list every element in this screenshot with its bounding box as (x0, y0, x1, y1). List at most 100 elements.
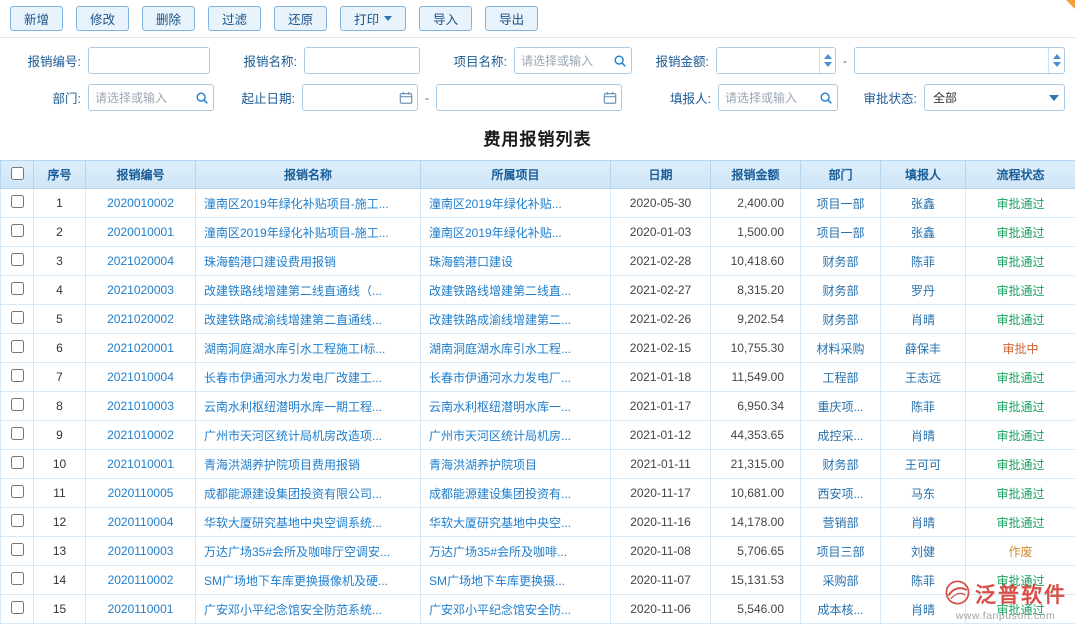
row-date-cell: 2021-01-12 (611, 421, 711, 450)
toolbar-button-restore[interactable]: 还原 (274, 6, 327, 31)
calendar-icon[interactable] (395, 85, 417, 110)
reimburse-code-link[interactable]: 2021010002 (107, 428, 174, 442)
row-name-cell: 华软大厦研究基地中央空调系统... (196, 508, 421, 537)
row-checkbox[interactable] (11, 427, 24, 440)
reimburse-code-link[interactable]: 2021020004 (107, 254, 174, 268)
toolbar-button-delete[interactable]: 删除 (142, 6, 195, 31)
search-icon[interactable] (191, 85, 213, 110)
row-checkbox[interactable] (11, 282, 24, 295)
reimburse-code-link[interactable]: 2021020001 (107, 341, 174, 355)
reimburse-name-link[interactable]: 广安邓小平纪念馆安全防范系统... (204, 603, 382, 617)
project-link[interactable]: SM广场地下车库更换摄... (429, 574, 565, 588)
project-link[interactable]: 改建铁路线增建第二线直... (429, 284, 571, 298)
reimburse-code-link[interactable]: 2020010002 (107, 196, 174, 210)
amount-min-spinner[interactable] (716, 47, 836, 74)
toolbar-button-import[interactable]: 导入 (419, 6, 472, 31)
project-link[interactable]: 长春市伊通河水力发电厂... (429, 371, 571, 385)
reimburse-code-link[interactable]: 2020110003 (108, 544, 174, 558)
approval-status-label: 审批状态: (838, 88, 924, 107)
spinner-arrows-icon[interactable] (819, 48, 835, 73)
date-end-picker[interactable] (436, 84, 622, 111)
row-reporter-cell: 王志远 (881, 363, 966, 392)
row-checkbox[interactable] (11, 572, 24, 585)
reimburse-name-link[interactable]: 广州市天河区统计局机房改造项... (204, 429, 382, 443)
reimburse-code-link[interactable]: 2020110005 (108, 486, 174, 500)
reimburse-name-link[interactable]: 改建铁路线增建第二线直通线（... (204, 284, 382, 298)
reimburse-code-link[interactable]: 2021010003 (107, 399, 174, 413)
project-link[interactable]: 成都能源建设集团投资有... (429, 487, 571, 501)
project-link[interactable]: 改建铁路成渝线增建第二... (429, 313, 571, 327)
toolbar-button-print[interactable]: 打印 (340, 6, 406, 31)
row-checkbox[interactable] (11, 195, 24, 208)
amount-max-input[interactable] (855, 48, 1048, 73)
reporter-picker[interactable] (718, 84, 838, 111)
reimburse-no-input[interactable] (88, 47, 210, 74)
reimburse-name-link[interactable]: 潼南区2019年绿化补贴项目-施工... (204, 197, 389, 211)
row-checkbox[interactable] (11, 253, 24, 266)
toolbar-button-modify[interactable]: 修改 (76, 6, 129, 31)
row-checkbox[interactable] (11, 398, 24, 411)
row-project-cell: 改建铁路线增建第二线直... (421, 276, 611, 305)
reimburse-code-link[interactable]: 2021020003 (107, 283, 174, 297)
project-name-picker[interactable] (514, 47, 632, 74)
reimburse-code-link[interactable]: 2021010001 (107, 457, 174, 471)
reimburse-name-link[interactable]: 万达广场35#会所及咖啡厅空调安... (204, 545, 390, 559)
row-checkbox[interactable] (11, 543, 24, 556)
project-link[interactable]: 珠海鹤港口建设 (429, 255, 513, 269)
reimburse-code-link[interactable]: 2020110001 (108, 602, 174, 616)
project-link[interactable]: 万达广场35#会所及咖啡... (429, 545, 567, 559)
row-checkbox[interactable] (11, 456, 24, 469)
amount-min-input[interactable] (717, 48, 819, 73)
reimburse-name-link[interactable]: 改建铁路成渝线增建第二直通线... (204, 313, 382, 327)
reimburse-code-link[interactable]: 2021020002 (107, 312, 174, 326)
row-checkbox[interactable] (11, 369, 24, 382)
calendar-icon[interactable] (599, 85, 621, 110)
row-checkbox[interactable] (11, 340, 24, 353)
row-checkbox[interactable] (11, 485, 24, 498)
reimburse-code-link[interactable]: 2020010001 (107, 225, 174, 239)
approval-status-select[interactable]: 全部 (924, 84, 1065, 111)
project-link[interactable]: 广安邓小平纪念馆安全防... (429, 603, 571, 617)
reimburse-code-link[interactable]: 2021010004 (107, 370, 174, 384)
reimburse-name-link[interactable]: SM广场地下车库更换摄像机及硬... (204, 574, 388, 588)
row-checkbox[interactable] (11, 311, 24, 324)
dept-picker[interactable] (88, 84, 214, 111)
search-icon[interactable] (815, 85, 837, 110)
toolbar-button-add[interactable]: 新增 (10, 6, 63, 31)
project-link[interactable]: 云南水利枢纽潜明水库一... (429, 400, 571, 414)
toolbar-button-filter[interactable]: 过滤 (208, 6, 261, 31)
reimburse-name-link[interactable]: 湖南洞庭湖水库引水工程施工I标... (204, 342, 385, 356)
dept-input[interactable] (89, 85, 191, 110)
date-start-picker[interactable] (302, 84, 418, 111)
reimburse-name-link[interactable]: 潼南区2019年绿化补贴项目-施工... (204, 226, 389, 240)
select-all-checkbox[interactable] (11, 167, 24, 180)
reimburse-name-link[interactable]: 成都能源建设集团投资有限公司... (204, 487, 382, 501)
reimburse-name-link[interactable]: 长春市伊通河水力发电厂改建工... (204, 371, 382, 385)
spinner-arrows-icon[interactable] (1048, 48, 1064, 73)
date-start-input[interactable] (303, 85, 395, 110)
project-link[interactable]: 华软大厦研究基地中央空... (429, 516, 571, 530)
row-checkbox[interactable] (11, 601, 24, 614)
project-link[interactable]: 青海洪湖养护院项目 (429, 458, 537, 472)
reimburse-name-link[interactable]: 青海洪湖养护院项目费用报销 (204, 458, 360, 472)
project-link[interactable]: 潼南区2019年绿化补贴... (429, 226, 562, 240)
amount-max-spinner[interactable] (854, 47, 1065, 74)
reimburse-code-link[interactable]: 2020110004 (108, 515, 174, 529)
search-icon[interactable] (609, 48, 631, 73)
reimburse-name-input[interactable] (304, 47, 420, 74)
project-link[interactable]: 广州市天河区统计局机房... (429, 429, 571, 443)
chevron-down-icon[interactable] (1044, 85, 1064, 110)
row-checkbox[interactable] (11, 514, 24, 527)
date-end-input[interactable] (437, 85, 599, 110)
reimburse-code-link[interactable]: 2020110002 (108, 573, 174, 587)
toolbar-button-export[interactable]: 导出 (485, 6, 538, 31)
reimburse-name-link[interactable]: 珠海鹤港口建设费用报销 (204, 255, 336, 269)
project-name-input[interactable] (515, 48, 609, 73)
row-checkbox[interactable] (11, 224, 24, 237)
row-name-cell: 潼南区2019年绿化补贴项目-施工... (196, 218, 421, 247)
project-link[interactable]: 潼南区2019年绿化补贴... (429, 197, 562, 211)
reimburse-name-link[interactable]: 华软大厦研究基地中央空调系统... (204, 516, 382, 530)
project-link[interactable]: 湖南洞庭湖水库引水工程... (429, 342, 571, 356)
reimburse-name-link[interactable]: 云南水利枢纽潜明水库一期工程... (204, 400, 382, 414)
reporter-input[interactable] (719, 85, 815, 110)
